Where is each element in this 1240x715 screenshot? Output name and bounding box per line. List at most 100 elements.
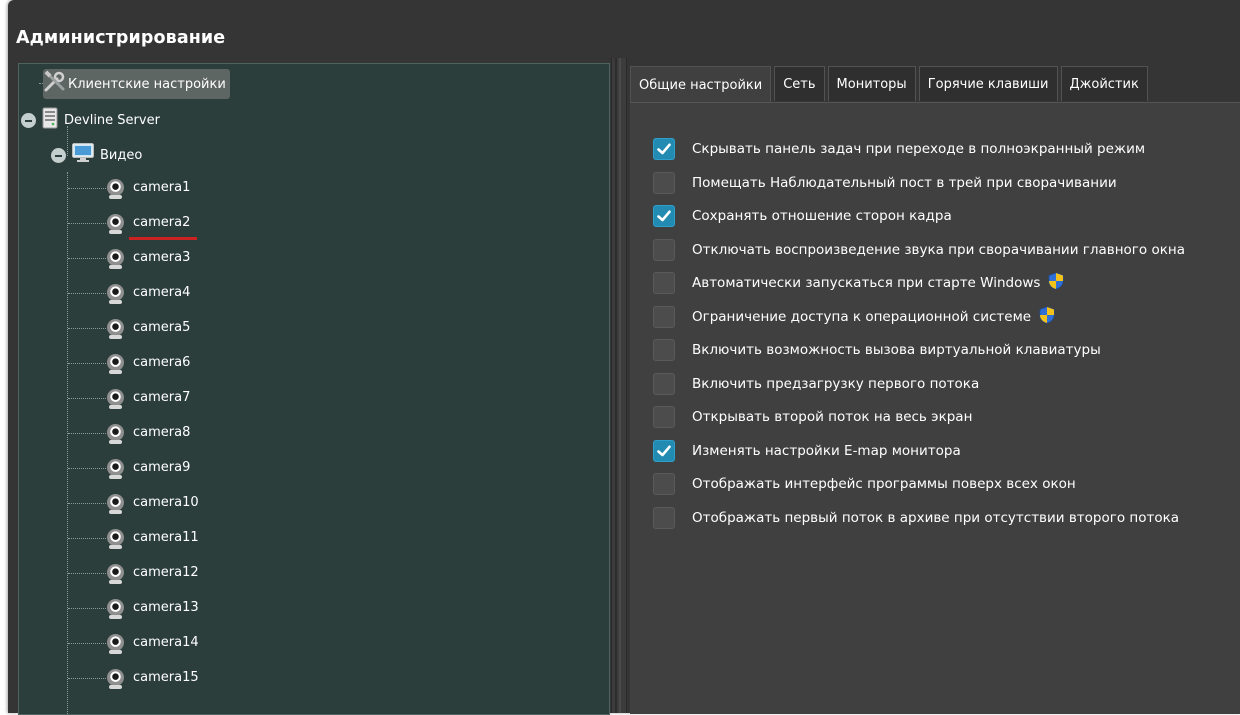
webcam-icon: [107, 319, 124, 339]
server-icon: [42, 107, 58, 133]
option-label: Отображать интерфейс программы поверх вс…: [692, 476, 1076, 492]
tree-connector: [68, 188, 106, 189]
tree-item-camera[interactable]: camera6: [107, 354, 191, 374]
tree-connector: [68, 363, 106, 364]
tree-item-camera[interactable]: camera2: [107, 214, 191, 234]
option-row[interactable]: Отключать воспроизведение звука при свор…: [653, 238, 1185, 262]
tree-item-label: camera1: [133, 180, 191, 195]
option-label: Включить предзагрузку первого потока: [692, 375, 980, 392]
tree-item-camera[interactable]: camera9: [107, 459, 190, 479]
tree-item-label: camera3: [133, 250, 191, 265]
webcam-icon: [107, 214, 124, 234]
uac-shield-icon: [1039, 306, 1055, 328]
tree-item-camera[interactable]: camera7: [107, 389, 191, 409]
checkbox[interactable]: [653, 339, 675, 361]
tree-item-label: Devline Server: [64, 112, 160, 128]
webcam-icon: [107, 424, 124, 444]
tree-connector: [68, 328, 106, 329]
tree-item-server[interactable]: Devline Server: [21, 107, 160, 133]
tree-item-camera[interactable]: camera13: [107, 599, 199, 619]
device-tree[interactable]: Клиентские настройки Devline Server Виде…: [18, 63, 610, 715]
tab-2[interactable]: Мониторы: [827, 66, 916, 101]
selection-underline: [129, 237, 197, 240]
webcam-icon: [107, 634, 124, 654]
webcam-icon: [107, 284, 124, 304]
checkbox[interactable]: [653, 272, 675, 294]
tree-item-label: camera12: [133, 565, 199, 580]
tree-connector: [68, 293, 106, 294]
tree-item-label: camera11: [133, 530, 199, 545]
tab-3[interactable]: Горячие клавиши: [918, 66, 1058, 101]
tree-connector: [68, 608, 106, 609]
option-row[interactable]: Скрывать панель задач при переходе в пол…: [653, 137, 1145, 161]
tree-item-camera[interactable]: camera12: [107, 564, 199, 584]
option-row[interactable]: Сохранять отношение сторон кадра: [653, 204, 952, 228]
tree-item-label: Видео: [100, 147, 143, 163]
tree-connector: [68, 678, 106, 679]
tree-item-video[interactable]: Видео: [51, 143, 142, 167]
tree-item-camera[interactable]: camera14: [107, 634, 199, 654]
option-row[interactable]: Автоматически запускаться при старте Win…: [653, 271, 1064, 295]
tree-item-client-settings[interactable]: Клиентские настройки: [43, 69, 230, 99]
window-title: Администрирование: [16, 28, 226, 48]
tree-item-camera[interactable]: camera10: [107, 494, 199, 514]
checkbox[interactable]: [653, 473, 675, 495]
option-label: Изменять настройки E-map монитора: [692, 442, 961, 459]
tree-item-label: camera6: [133, 355, 191, 370]
option-row[interactable]: Включить возможность вызова виртуальной …: [653, 338, 1101, 362]
option-row[interactable]: Отображать первый поток в архиве при отс…: [653, 506, 1179, 530]
tab-0[interactable]: Общие настройки: [630, 66, 772, 103]
webcam-icon: [107, 459, 124, 479]
webcam-icon: [107, 529, 124, 549]
tree-connector: [68, 538, 106, 539]
checkbox[interactable]: [653, 171, 675, 194]
checkbox[interactable]: [653, 372, 675, 395]
tree-item-label: camera14: [133, 635, 199, 650]
tree-connector: [68, 258, 106, 259]
checkbox-checked[interactable]: [653, 205, 675, 227]
tree-item-camera[interactable]: camera3: [107, 249, 191, 269]
option-row[interactable]: Изменять настройки E-map монитора: [653, 439, 961, 463]
webcam-icon: [107, 599, 124, 619]
tree-item-camera[interactable]: camera11: [107, 529, 199, 549]
tab-4[interactable]: Джойстик: [1060, 66, 1148, 101]
tree-connector: [68, 643, 106, 644]
option-row[interactable]: Ограничение доступа к операционной систе…: [653, 305, 1055, 329]
tree-connector: [68, 433, 106, 434]
checkbox[interactable]: [653, 406, 675, 428]
webcam-icon: [107, 354, 124, 374]
tree-connector: [67, 172, 68, 714]
tree-item-camera[interactable]: camera15: [107, 669, 199, 689]
webcam-icon: [107, 564, 124, 584]
monitor-icon: [72, 143, 94, 167]
tree-item-camera[interactable]: camera1: [107, 179, 191, 199]
tab-1[interactable]: Сеть: [774, 66, 825, 101]
panel-splitter[interactable]: [611, 58, 627, 713]
collapse-icon[interactable]: [21, 112, 36, 128]
checkbox[interactable]: [653, 506, 675, 529]
tree-item-camera[interactable]: camera4: [107, 284, 191, 304]
tree-item-label: camera4: [133, 285, 191, 300]
option-row[interactable]: Включить предзагрузку первого потока: [653, 372, 979, 396]
collapse-icon[interactable]: [51, 147, 66, 163]
checkbox-checked[interactable]: [653, 138, 675, 160]
option-row[interactable]: Помещать Наблюдательный пост в трей при …: [653, 171, 1117, 195]
checkbox[interactable]: [653, 238, 675, 261]
webcam-icon: [107, 179, 124, 199]
option-row[interactable]: Отображать интерфейс программы поверх вс…: [653, 472, 1076, 496]
option-label: Ограничение доступа к операционной систе…: [692, 308, 1032, 325]
tree-item-label: camera5: [133, 320, 191, 335]
tree-connector: [68, 573, 106, 574]
tree-item-camera[interactable]: camera5: [107, 319, 191, 339]
tree-item-label: camera2: [133, 215, 191, 230]
tree-item-label: camera7: [133, 390, 191, 405]
tree-item-label: camera13: [133, 600, 199, 615]
option-row[interactable]: Открывать второй поток на весь экран: [653, 405, 972, 429]
checkbox-checked[interactable]: [653, 439, 675, 462]
tree-connector: [68, 223, 106, 224]
checkbox[interactable]: [653, 305, 675, 328]
tree-item-camera[interactable]: camera8: [107, 424, 190, 444]
tree-connector: [68, 468, 106, 469]
settings-tabs: Общие настройки Сеть Мониторы Горячие клави…: [630, 66, 1151, 103]
tree-item-label: camera15: [133, 670, 199, 685]
